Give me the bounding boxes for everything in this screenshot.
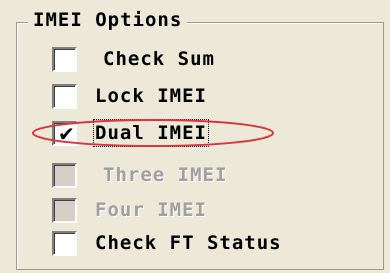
check-ft-status-checkbox[interactable]	[52, 230, 77, 256]
option-three-imei: Three IMEI	[52, 160, 227, 190]
four-imei-label: Four IMEI	[95, 199, 207, 221]
option-check-ft-status[interactable]: Check FT Status	[52, 228, 282, 258]
imei-options-panel: IMEI Options Check Sum Lock IMEI ✔ Dual …	[0, 0, 390, 273]
option-check-sum[interactable]: Check Sum	[52, 44, 215, 74]
option-lock-imei[interactable]: Lock IMEI	[52, 81, 207, 111]
dual-imei-label[interactable]: Dual IMEI	[93, 119, 209, 147]
check-sum-label[interactable]: Check Sum	[103, 47, 215, 71]
option-dual-imei[interactable]: ✔ Dual IMEI	[52, 118, 209, 148]
four-imei-checkbox	[52, 197, 77, 223]
three-imei-label: Three IMEI	[103, 164, 228, 186]
groupbox-title: IMEI Options	[28, 8, 188, 32]
three-imei-checkbox	[52, 162, 77, 188]
option-four-imei: Four IMEI	[52, 195, 207, 225]
lock-imei-label[interactable]: Lock IMEI	[95, 84, 207, 108]
check-ft-status-label[interactable]: Check FT Status	[95, 231, 282, 255]
check-sum-checkbox[interactable]	[52, 46, 77, 72]
lock-imei-checkbox[interactable]	[52, 83, 77, 109]
checkmark-icon: ✔	[58, 121, 75, 146]
dual-imei-checkbox[interactable]: ✔	[52, 120, 77, 146]
